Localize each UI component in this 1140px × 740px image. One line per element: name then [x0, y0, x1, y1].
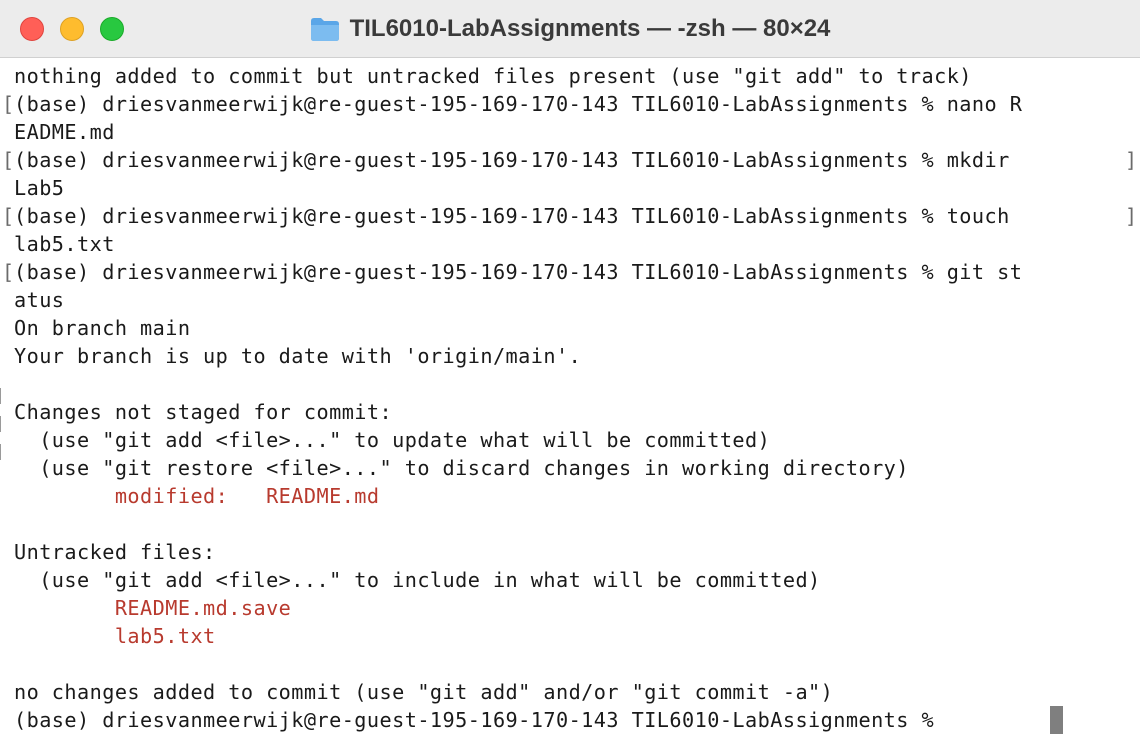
- terminal-line: (base) driesvanmeerwijk@re-guest-195-169…: [14, 260, 1023, 284]
- terminal-line: On branch main: [14, 316, 191, 340]
- line-wrap-mark: ]: [1125, 148, 1138, 172]
- terminal-line: lab5.txt: [14, 232, 115, 256]
- terminal-line-untracked: lab5.txt: [14, 624, 216, 648]
- terminal-line: (use "git restore <file>..." to discard …: [14, 456, 909, 480]
- folder-icon: [310, 18, 339, 41]
- prompt-mark: [: [2, 260, 15, 284]
- terminal-line: Untracked files:: [14, 540, 216, 564]
- terminal-output[interactable]: nothing added to commit but untracked fi…: [0, 58, 1140, 740]
- terminal-line-modified: modified: README.md: [14, 484, 380, 508]
- terminal-line: (base) driesvanmeerwijk@re-guest-195-169…: [14, 148, 1023, 172]
- line-wrap-mark: ]: [1125, 204, 1138, 228]
- terminal-line: (use "git add <file>..." to update what …: [14, 428, 771, 452]
- edge-mark: [0, 388, 5, 404]
- terminal-line: Your branch is up to date with 'origin/m…: [14, 344, 582, 368]
- terminal-prompt-line: (base) driesvanmeerwijk@re-guest-195-169…: [14, 708, 947, 732]
- terminal-window: TIL6010-LabAssignments — -zsh — 80×24 no…: [0, 0, 1140, 740]
- terminal-line: no changes added to commit (use "git add…: [14, 680, 834, 704]
- window-title-area: TIL6010-LabAssignments — -zsh — 80×24: [0, 0, 1140, 58]
- title-bar[interactable]: TIL6010-LabAssignments — -zsh — 80×24: [0, 0, 1140, 58]
- terminal-line: (use "git add <file>..." to include in w…: [14, 568, 821, 592]
- terminal-line: Changes not staged for commit:: [14, 400, 393, 424]
- terminal-line: atus: [14, 288, 65, 312]
- prompt-mark: [: [2, 92, 15, 116]
- terminal-line: Lab5: [14, 176, 65, 200]
- prompt-mark: [: [2, 148, 15, 172]
- prompt-mark: [: [2, 204, 15, 228]
- terminal-line: EADME.md: [14, 120, 115, 144]
- terminal-line-untracked: README.md.save: [14, 596, 292, 620]
- terminal-cursor: [1050, 706, 1063, 734]
- window-title: TIL6010-LabAssignments — -zsh — 80×24: [349, 15, 831, 42]
- terminal-line: nothing added to commit but untracked fi…: [14, 64, 972, 88]
- terminal-line: (base) driesvanmeerwijk@re-guest-195-169…: [14, 92, 1023, 116]
- edge-mark: [0, 444, 5, 460]
- terminal-line: (base) driesvanmeerwijk@re-guest-195-169…: [14, 204, 1023, 228]
- edge-mark: [0, 416, 5, 432]
